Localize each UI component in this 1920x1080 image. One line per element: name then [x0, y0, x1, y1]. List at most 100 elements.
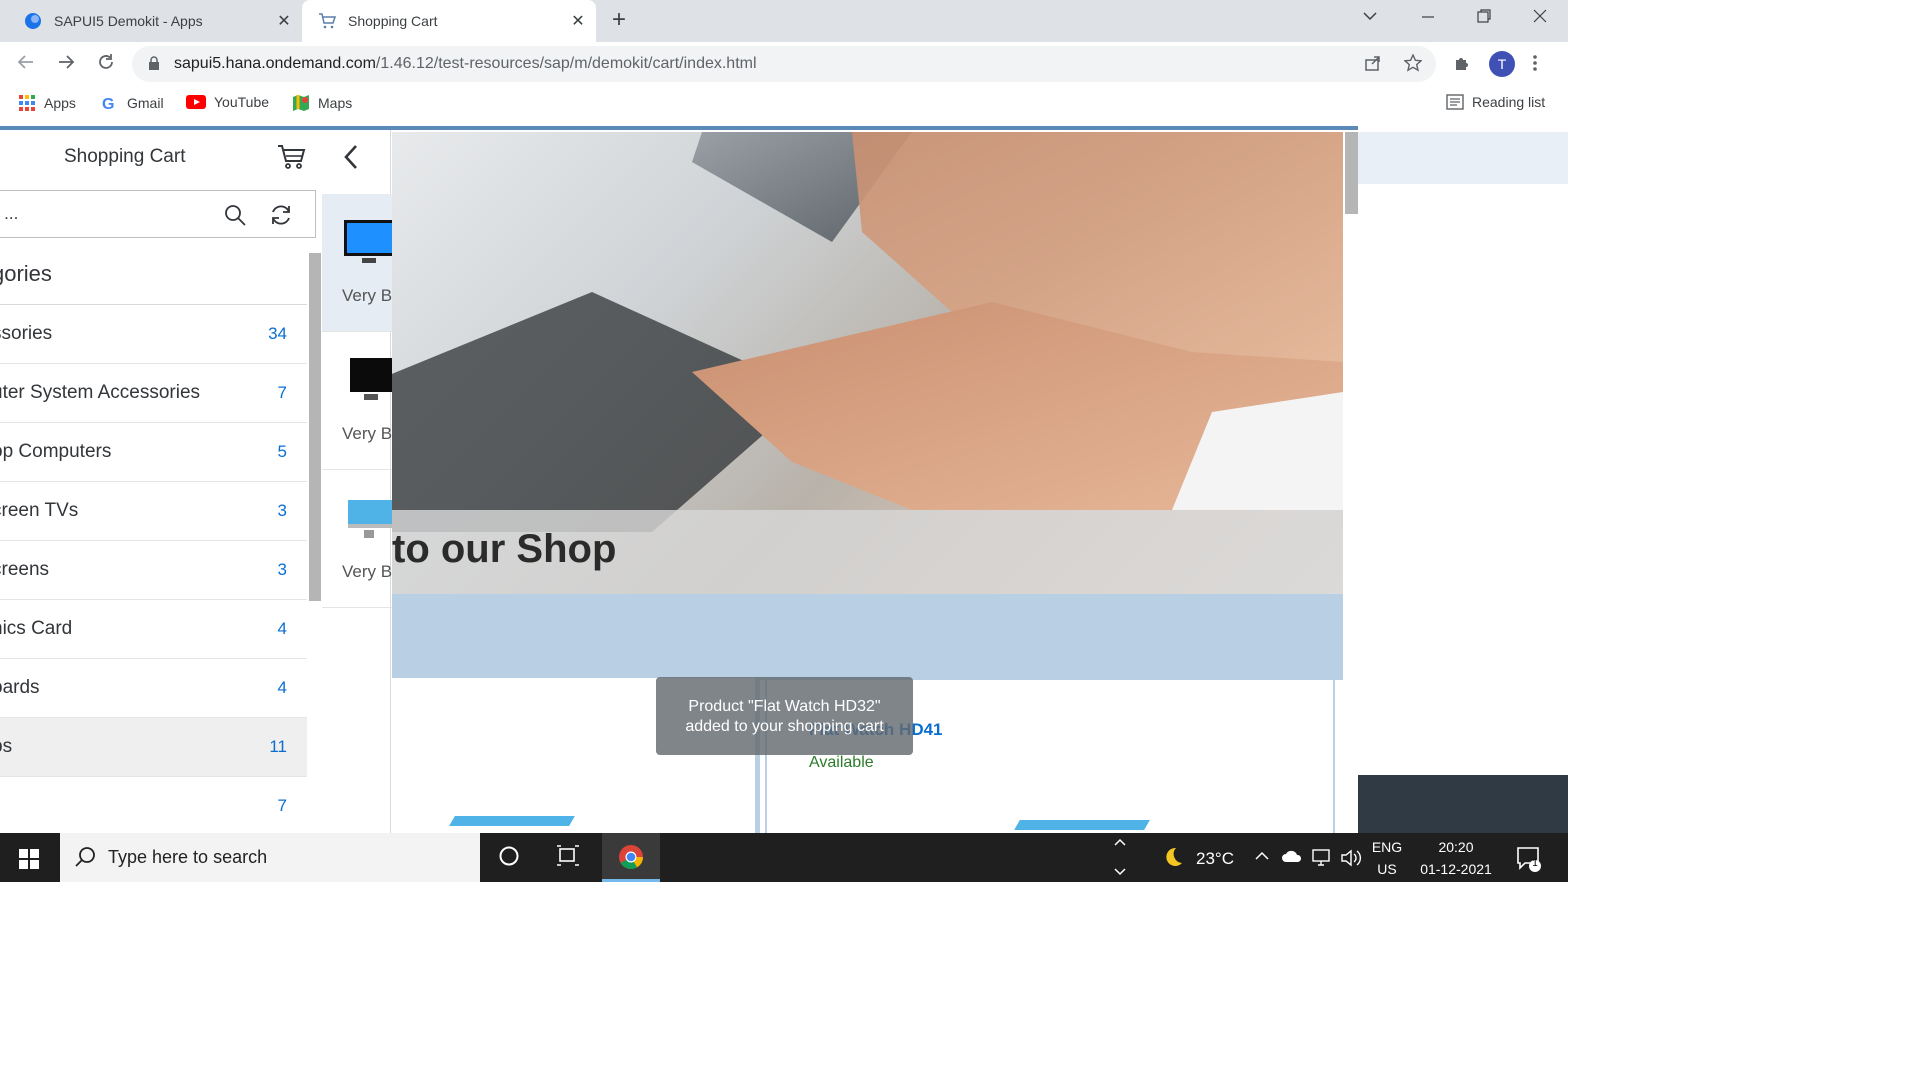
bookmark-label: Maps: [318, 95, 353, 111]
refresh-icon[interactable]: [269, 203, 293, 232]
category-count: 5: [277, 442, 287, 461]
onedrive-cloud-icon[interactable]: [1281, 849, 1303, 868]
toast-line-2: added to your shopping cart: [685, 718, 884, 735]
taskbar-search-icon: [74, 846, 96, 873]
category-count: 7: [277, 383, 287, 402]
category-name: op Computers: [0, 441, 112, 462]
bookmark-label: Gmail: [127, 95, 164, 111]
list-item[interactable]: 7: [0, 777, 307, 833]
volume-icon[interactable]: [1340, 848, 1362, 873]
hero-title: to our Shop: [392, 527, 617, 571]
google-g-icon: G: [101, 94, 119, 112]
youtube-icon: [186, 95, 206, 109]
url-host: sapui5.hana.ondemand.com: [174, 55, 376, 72]
reading-list-label: Reading list: [1472, 94, 1546, 110]
network-icon[interactable]: [1311, 848, 1333, 873]
browser-tab-strip: SAPUI5 Demokit - Apps ✕ Shopping Cart ✕ …: [0, 0, 1568, 42]
taskbar-scroll-arrows-icon[interactable]: [1112, 835, 1128, 884]
profile-avatar[interactable]: T: [1489, 51, 1515, 77]
extensions-puzzle-icon[interactable]: [1453, 54, 1471, 77]
cart-favicon-icon: [318, 12, 336, 30]
category-count: 3: [277, 560, 287, 579]
master-pane: Shopping Cart gories ssories34 uter Syst…: [0, 130, 392, 833]
category-name: ps: [0, 736, 13, 757]
clock-date[interactable]: 01-12-2021: [1414, 861, 1498, 877]
svg-text:G: G: [102, 96, 114, 112]
share-icon[interactable]: [1364, 54, 1382, 77]
address-bar[interactable]: sapui5.hana.ondemand.com/1.46.12/test-re…: [132, 46, 1436, 82]
list-item[interactable]: oards 4: [0, 659, 307, 718]
product-list-item[interactable]: Very B: [322, 470, 392, 608]
notification-count-badge: 1: [1532, 858, 1538, 869]
list-item-selected[interactable]: ps 11: [0, 718, 307, 777]
bookmark-gmail[interactable]: G Gmail: [101, 94, 164, 112]
windows-start-icon[interactable]: [18, 848, 40, 875]
monitor-thumbnail-icon: [344, 220, 392, 263]
back-arrow-icon[interactable]: [16, 52, 36, 78]
browser-toolbar: sapui5.hana.ondemand.com/1.46.12/test-re…: [0, 42, 1568, 86]
sapui5-favicon-icon: [24, 12, 42, 30]
weather-moon-icon[interactable]: [1160, 845, 1184, 874]
tab-search-chevron-icon[interactable]: [1362, 8, 1378, 29]
reading-list-button[interactable]: Reading list: [1446, 94, 1545, 110]
category-name: ssories: [0, 323, 53, 344]
url-path: /1.46.12/test-resources/sap/m/demokit/ca…: [375, 55, 757, 72]
category-list-header: gories: [0, 243, 307, 305]
category-count: 11: [269, 737, 287, 756]
tab-sapui5-demokit[interactable]: SAPUI5 Demokit - Apps ✕: [0, 0, 302, 42]
category-count: 4: [277, 678, 287, 697]
list-item[interactable]: hics Card 4: [0, 600, 307, 659]
availability-status: Available: [809, 754, 874, 771]
search-input[interactable]: [0, 191, 220, 237]
chrome-taskbar-button[interactable]: [602, 833, 660, 882]
reload-icon[interactable]: [96, 52, 116, 78]
list-item[interactable]: creen TVs 3: [0, 482, 307, 541]
taskbar-search-box[interactable]: Type here to search: [60, 833, 480, 882]
minimize-icon[interactable]: [1420, 8, 1436, 29]
close-window-icon[interactable]: [1532, 8, 1548, 29]
bookmark-youtube[interactable]: YouTube: [186, 94, 269, 110]
list-item[interactable]: uter System Accessories 7: [0, 364, 307, 423]
category-scrollbar[interactable]: [309, 253, 321, 601]
maps-icon: [292, 94, 310, 112]
apps-grid-icon: [18, 94, 36, 112]
bookmark-star-icon[interactable]: [1403, 53, 1423, 77]
list-item[interactable]: creens 3: [0, 541, 307, 600]
shopping-cart-icon[interactable]: [277, 143, 307, 176]
restore-icon[interactable]: [1476, 8, 1492, 29]
master-title: Shopping Cart: [64, 146, 186, 167]
bookmark-apps[interactable]: Apps: [18, 94, 76, 112]
list-item[interactable]: ssories 34: [0, 305, 307, 364]
nav-back-chevron-icon[interactable]: [342, 144, 360, 175]
cortana-icon[interactable]: [498, 845, 520, 872]
tray-chevron-up-icon[interactable]: [1254, 848, 1270, 866]
search-icon[interactable]: [224, 204, 246, 231]
list-item[interactable]: op Computers 5: [0, 423, 307, 482]
welcome-hero-image: to our Shop: [392, 132, 1343, 594]
taskbar-search-placeholder: Type here to search: [108, 847, 268, 867]
forward-arrow-icon[interactable]: [56, 52, 76, 78]
category-name: oards: [0, 677, 40, 698]
new-tab-icon[interactable]: +: [612, 8, 626, 32]
product-list-item[interactable]: Very B: [322, 332, 392, 470]
language-bottom[interactable]: US: [1370, 861, 1404, 877]
tab-close-icon[interactable]: ✕: [272, 11, 296, 31]
browser-menu-icon[interactable]: [1532, 54, 1538, 77]
tab-label: SAPUI5 Demokit - Apps: [54, 13, 203, 29]
tab-close-icon[interactable]: ✕: [566, 11, 590, 31]
category-count: 4: [277, 619, 287, 638]
toast-message: Product "Flat Watch HD32" added to your …: [656, 677, 913, 755]
app-viewport: Shopping Cart gories ssories34 uter Syst…: [0, 120, 1568, 833]
laptop-image: [1014, 820, 1150, 830]
lock-icon[interactable]: [148, 56, 160, 70]
tab-shopping-cart[interactable]: Shopping Cart ✕: [302, 0, 596, 42]
task-view-icon[interactable]: [556, 845, 580, 872]
bookmark-maps[interactable]: Maps: [292, 94, 352, 112]
detail-scrollbar[interactable]: [1345, 132, 1358, 214]
weather-temperature[interactable]: 23°C: [1196, 849, 1234, 869]
product-list-item[interactable]: Very B: [322, 194, 392, 332]
detail-header-bar: [1358, 132, 1568, 184]
language-top[interactable]: ENG: [1370, 839, 1404, 855]
search-field[interactable]: [0, 190, 316, 238]
clock-time[interactable]: 20:20: [1416, 839, 1496, 855]
